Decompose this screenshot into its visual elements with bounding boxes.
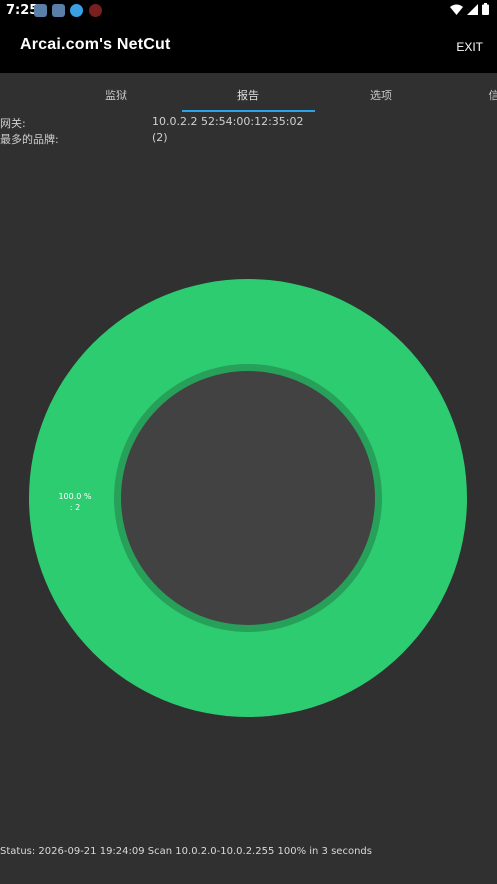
app-bar: Arcai.com's NetCut EXIT [0, 22, 497, 73]
app-title: Arcai.com's NetCut [20, 36, 171, 53]
slice-label-percent: 100.0 % [58, 492, 91, 501]
brand-label: 最多的品牌: [0, 133, 59, 146]
donut-hole [121, 371, 375, 625]
tab-info[interactable]: 信 [428, 87, 497, 103]
brand-value: (2) [152, 131, 168, 144]
system-icons [450, 3, 489, 15]
notification-app-icon [52, 4, 65, 17]
wifi-icon [450, 4, 463, 15]
selected-tab-indicator [182, 110, 315, 112]
status-line: Status: 2026-09-21 19:24:09 Scan 10.0.2.… [0, 846, 372, 857]
gateway-value: 10.0.2.2 52:54:00:12:35:02 [152, 115, 304, 128]
exit-button[interactable]: EXIT [456, 40, 483, 54]
cell-signal-icon [467, 3, 478, 15]
tab-report[interactable]: 报告 [182, 87, 314, 103]
gateway-label: 网关: [0, 117, 26, 130]
slice-label-count: : 2 [70, 503, 80, 512]
notification-download-icon [70, 4, 83, 17]
tab-jail[interactable]: 监狱 [50, 87, 182, 103]
system-status-bar: 7:25 [0, 0, 497, 22]
brand-donut-chart[interactable]: 100.0 % : 2 [0, 270, 497, 730]
tab-bar: 监狱 报告 选项 信 [0, 73, 497, 113]
battery-icon [482, 3, 489, 15]
notification-app-icon [89, 4, 102, 17]
notification-app-icon [34, 4, 47, 17]
